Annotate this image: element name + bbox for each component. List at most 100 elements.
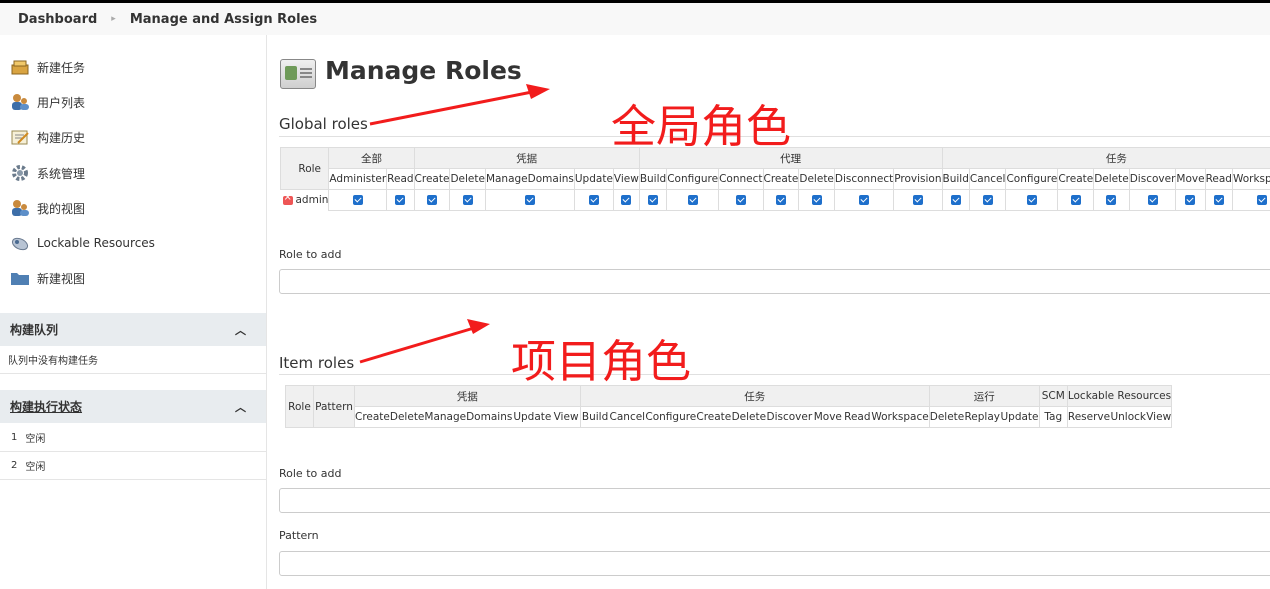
sidebar: 新建任务 用户列表 构建历史 系统管理 我的视图 Lockable Resour… [0, 35, 267, 589]
perm-group-header: 凭据 [413, 147, 640, 169]
chevron-up-icon[interactable]: ︿ [235, 322, 246, 338]
perm-checkbox[interactable] [762, 189, 800, 211]
perm-header: Create [1057, 168, 1095, 190]
breadcrumb-dashboard[interactable]: Dashboard [18, 12, 97, 27]
lockable-resources-icon [10, 234, 30, 252]
chevron-up-icon[interactable]: ︿ [235, 399, 246, 415]
perm-group-header: 任务 [941, 147, 1270, 169]
perm-group-header: SCM [1038, 385, 1068, 407]
perm-header: Delete [389, 406, 425, 428]
perm-checkbox[interactable] [413, 189, 451, 211]
perm-checkbox[interactable] [1093, 189, 1130, 211]
perm-header: Provision [893, 168, 943, 190]
perm-header: Read [386, 168, 415, 190]
perm-checkbox[interactable] [1175, 189, 1206, 211]
perm-header: Create [696, 406, 732, 428]
perm-header: Discover [766, 406, 813, 428]
breadcrumb-manage-roles[interactable]: Manage and Assign Roles [130, 12, 317, 27]
users-icon [10, 199, 30, 217]
perm-checkbox[interactable] [1204, 189, 1233, 211]
sidebar-item-new-view[interactable]: 新建视图 [10, 266, 85, 290]
perm-header: Discover [1128, 168, 1177, 190]
sidebar-item-build-history[interactable]: 构建历史 [10, 125, 85, 149]
global-roles-title: Global roles [279, 115, 368, 133]
perm-checkbox[interactable] [941, 189, 970, 211]
perm-header: Update [512, 406, 553, 428]
perm-header: Reserve [1066, 406, 1111, 428]
perm-checkbox[interactable] [328, 189, 388, 211]
main-content: Manage Roles Global roles 全局角色 Role 全部 凭… [268, 35, 1270, 589]
perm-checkbox[interactable] [1128, 189, 1177, 211]
build-queue-header[interactable]: 构建队列 ︿ [0, 313, 266, 346]
build-history-icon [10, 128, 30, 146]
perm-header: ManageDomains [424, 406, 513, 428]
perm-checkbox[interactable] [1057, 189, 1095, 211]
divider [279, 374, 1270, 375]
perm-checkbox[interactable] [798, 189, 835, 211]
global-roles-table: Role 全部 凭据 代理 任务 Administer Read Create … [279, 147, 1270, 211]
perm-header: Cancel [609, 406, 646, 428]
perm-checkbox[interactable] [968, 189, 1007, 211]
perm-header: ManageDomains [484, 168, 575, 190]
role-header: Role [285, 385, 314, 428]
perm-checkbox[interactable] [449, 189, 486, 211]
sidebar-item-lockable-resources[interactable]: Lockable Resources [10, 231, 155, 255]
global-role-to-add-label: Role to add [279, 248, 342, 261]
perm-checkbox[interactable] [573, 189, 614, 211]
perm-header: Move [1175, 168, 1206, 190]
item-roles-title: Item roles [279, 354, 355, 372]
perm-header: Read [1204, 168, 1233, 190]
perm-header: Workspace [871, 406, 930, 428]
perm-header: Configure [1005, 168, 1059, 190]
perm-header: View [552, 406, 581, 428]
perm-header: Create [762, 168, 800, 190]
users-icon [10, 93, 30, 111]
item-role-to-add-label: Role to add [279, 467, 342, 480]
build-queue-empty: 队列中没有构建任务 [0, 346, 266, 374]
perm-checkbox[interactable] [612, 189, 640, 211]
perm-header: Delete [449, 168, 486, 190]
perm-header: Update [1000, 406, 1040, 428]
role-cell: admin [281, 190, 329, 211]
perm-header: Disconnect [833, 168, 895, 190]
executors-header[interactable]: 构建执行状态 ︿ [0, 390, 266, 423]
perm-checkbox[interactable] [666, 189, 720, 211]
perm-checkbox[interactable] [893, 189, 943, 211]
pattern-header: Pattern [313, 385, 355, 428]
perm-checkbox[interactable] [833, 189, 895, 211]
perm-header: Move [812, 406, 844, 428]
perm-header: Replay [964, 406, 1001, 428]
perm-header: Workspace [1231, 168, 1270, 190]
perm-checkbox[interactable] [386, 189, 415, 211]
perm-header: Read [843, 406, 872, 428]
pattern-input[interactable] [279, 551, 1270, 576]
perm-checkbox[interactable] [1005, 189, 1059, 211]
breadcrumb-separator-icon: ▸ [111, 14, 116, 24]
perm-header: Tag [1038, 406, 1068, 428]
item-roles-annotation: 项目角色 [511, 335, 692, 388]
sidebar-item-manage[interactable]: 系统管理 [10, 161, 85, 185]
sidebar-item-users[interactable]: 用户列表 [10, 90, 85, 114]
perm-header: Delete [798, 168, 835, 190]
perm-checkbox[interactable] [718, 189, 764, 211]
perm-header: Configure [666, 168, 720, 190]
item-role-to-add-input[interactable] [279, 488, 1270, 513]
global-role-to-add-input[interactable] [279, 269, 1270, 294]
sidebar-item-new-item[interactable]: 新建任务 [10, 55, 85, 79]
perm-header: View [1146, 406, 1173, 428]
perm-group-header: Lockable Resources [1066, 385, 1173, 407]
executor-row: 1 空闲 [0, 424, 266, 452]
breadcrumb: Dashboard ▸ Manage and Assign Roles [0, 3, 1270, 35]
perm-header: Configure [645, 406, 697, 428]
executor-row: 2 空闲 [0, 452, 266, 480]
role-header: Role [279, 147, 330, 190]
perm-header: Delete [731, 406, 767, 428]
sidebar-item-my-views[interactable]: 我的视图 [10, 196, 85, 220]
perm-checkbox[interactable] [484, 189, 575, 211]
perm-checkbox[interactable] [638, 189, 668, 211]
delete-icon[interactable] [282, 192, 293, 205]
perm-group-header: 运行 [928, 385, 1040, 407]
folder-icon [10, 269, 30, 287]
perm-header: Administer [328, 168, 388, 190]
perm-checkbox[interactable] [1231, 189, 1270, 211]
